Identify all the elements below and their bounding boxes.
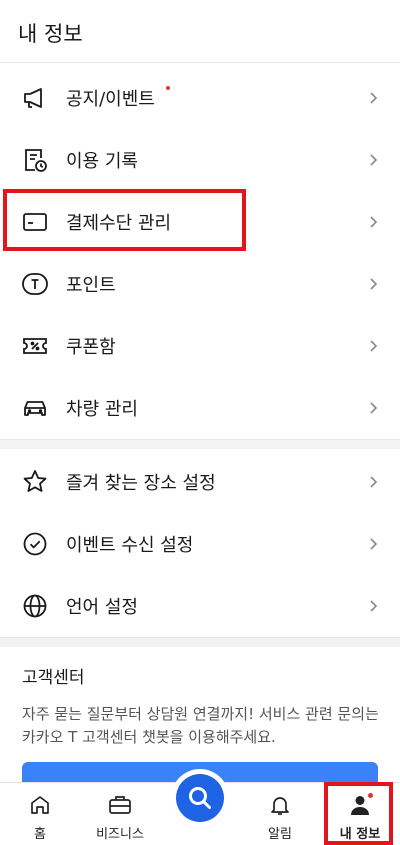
menu-item-coupons[interactable]: 쿠폰함 [0, 315, 400, 377]
coupon-icon [23, 338, 47, 354]
search-icon [189, 787, 211, 809]
new-badge-dot [166, 86, 170, 90]
chevron-right-icon [370, 476, 378, 488]
menu-item-language-settings[interactable]: 언어 설정 [0, 575, 400, 637]
menu-item-event-notification-settings[interactable]: 이벤트 수신 설정 [0, 513, 400, 575]
briefcase-icon [109, 796, 131, 814]
menu-item-label: 언어 설정 [66, 597, 138, 618]
search-button[interactable] [176, 774, 224, 822]
history-icon [25, 149, 47, 172]
globe-icon [23, 594, 47, 618]
megaphone-icon [24, 88, 42, 108]
chevron-right-icon [370, 154, 378, 166]
point-icon [22, 273, 48, 295]
menu-item-label: 이용 기록 [66, 151, 138, 172]
customer-center-title: 고객센터 [22, 668, 85, 688]
menu-item-notice-event[interactable]: 공지/이벤트 [0, 67, 400, 129]
chevron-right-icon [370, 402, 378, 414]
highlight-box [324, 782, 393, 845]
menu-item-favorite-places[interactable]: 즐겨 찾는 장소 설정 [0, 451, 400, 513]
page-header: 내 정보 [0, 0, 400, 63]
bell-icon [271, 797, 289, 815]
check-circle-icon [23, 532, 47, 556]
tab-label: 비즈니스 [96, 827, 144, 842]
menu-item-vehicle-management[interactable]: 차량 관리 [0, 377, 400, 439]
menu-item-label: 공지/이벤트 [66, 89, 155, 110]
tab-label: 홈 [34, 827, 46, 842]
menu-item-points[interactable]: 포인트 [0, 253, 400, 315]
tab-label: 알림 [268, 827, 292, 842]
section-divider [0, 439, 400, 449]
star-icon [23, 470, 47, 492]
menu-item-label: 포인트 [66, 275, 116, 296]
home-icon [31, 796, 49, 814]
chevron-right-icon [370, 278, 378, 290]
chevron-right-icon [370, 600, 378, 612]
tab-business[interactable]: 비즈니스 [80, 783, 160, 845]
chevron-right-icon [370, 92, 378, 104]
menu-item-label: 쿠폰함 [66, 337, 116, 358]
menu-item-label: 이벤트 수신 설정 [66, 535, 194, 556]
chevron-right-icon [370, 538, 378, 550]
menu-item-usage-history[interactable]: 이용 기록 [0, 129, 400, 191]
menu-item-label: 즐겨 찾는 장소 설정 [66, 473, 216, 494]
page-title: 내 정보 [18, 22, 83, 46]
customer-center-description: 자주 묻는 질문부터 상담원 연결까지! 서비스 관련 문의는 카카오 T 고객… [22, 705, 379, 746]
car-icon [24, 401, 46, 416]
tab-alerts[interactable]: 알림 [240, 783, 320, 845]
menu-item-label: 차량 관리 [66, 399, 138, 420]
highlight-box [3, 189, 246, 251]
chevron-right-icon [370, 216, 378, 228]
chevron-right-icon [370, 340, 378, 352]
section-divider [0, 637, 400, 647]
tab-home[interactable]: 홈 [0, 783, 80, 845]
